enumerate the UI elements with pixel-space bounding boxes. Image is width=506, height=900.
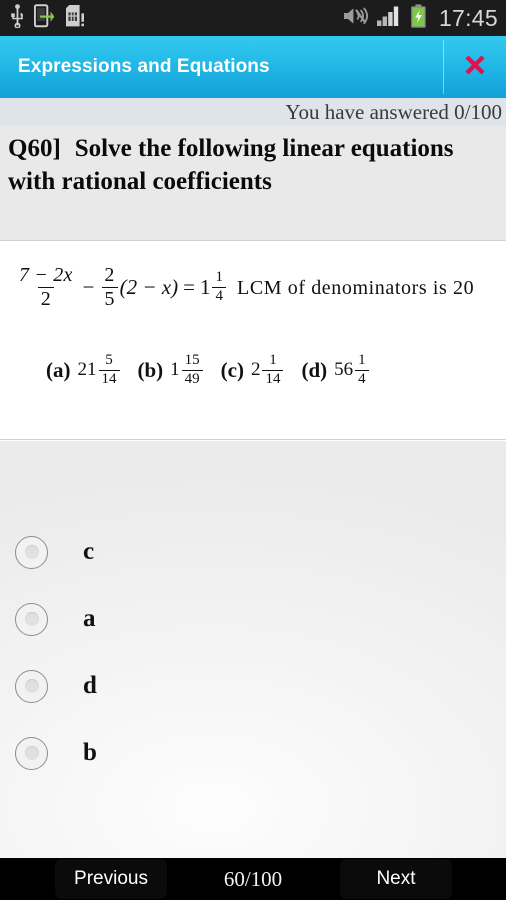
app-title-bar: Expressions and Equations xyxy=(0,36,506,98)
question-number: Q60] xyxy=(8,135,61,162)
choice-a-numerator: 5 xyxy=(105,352,113,368)
choice-a: (a) 21 5 14 xyxy=(46,352,122,388)
choice-b: (b) 1 15 49 xyxy=(137,352,205,388)
close-button[interactable] xyxy=(443,36,506,98)
quiz-screen: 17:45 Expressions and Equations You have… xyxy=(0,0,506,900)
choice-b-numerator: 15 xyxy=(184,352,200,368)
choice-a-whole: 21 xyxy=(77,359,97,381)
equation-fraction-1-numerator: 7 − 2x xyxy=(19,264,73,286)
answered-count-label: You have answered 0/100 xyxy=(285,99,502,124)
choice-c-denominator: 14 xyxy=(262,369,284,388)
question-image-card: 7 − 2x 2 − 2 5 (2 − x) = 1 1 4 LCM of de… xyxy=(0,240,506,440)
choice-d-tag: (d) xyxy=(301,357,328,382)
radio-button-icon[interactable] xyxy=(15,669,48,703)
choice-c-tag: (c) xyxy=(220,357,244,382)
equation-result-denominator: 4 xyxy=(212,287,226,305)
question-text-area: Q60] Solve the following linear equations… xyxy=(0,126,506,240)
choice-b-denominator: 49 xyxy=(181,369,203,388)
choice-b-fraction: 15 49 xyxy=(181,352,203,388)
question-body: Solve the following linear equations wit… xyxy=(8,135,454,195)
usb-file-transfer-icon xyxy=(33,3,56,33)
choice-d: (d) 56 1 4 xyxy=(301,352,370,388)
signal-bars-icon xyxy=(376,5,402,32)
equation-minus-operator: − xyxy=(82,275,95,299)
choice-c-numerator: 1 xyxy=(269,352,277,368)
bottom-navigation-bar: 60/100 Previous Next xyxy=(0,858,506,900)
answer-options-area: c a d b xyxy=(0,441,506,858)
equation-fraction-1: 7 − 2x 2 xyxy=(16,265,76,310)
equation-fraction-1-denominator: 2 xyxy=(37,287,54,310)
equation-expression: 7 − 2x 2 − 2 5 (2 − x) = 1 1 4 xyxy=(14,265,228,310)
close-icon xyxy=(462,52,488,83)
status-bar-right-icons: 17:45 xyxy=(342,3,498,33)
answer-option-3-label: b xyxy=(83,739,97,766)
answer-option-1-label: a xyxy=(83,605,96,632)
choice-d-fraction: 1 4 xyxy=(355,352,369,388)
sim-card-alert-icon xyxy=(65,4,85,33)
radio-button-icon[interactable] xyxy=(15,602,48,636)
usb-icon xyxy=(10,3,25,33)
choice-d-whole: 56 xyxy=(334,359,354,381)
choice-a-denominator: 14 xyxy=(98,369,120,388)
answer-option-1[interactable]: a xyxy=(0,596,506,642)
equation-result-numerator: 1 xyxy=(215,269,223,286)
equation-fraction-2-denominator: 5 xyxy=(101,287,118,310)
choice-a-tag: (a) xyxy=(46,357,71,382)
question-statement: Q60] Solve the following linear equations… xyxy=(8,132,496,198)
radio-button-icon[interactable] xyxy=(15,736,48,770)
answer-option-0-label: c xyxy=(83,538,95,565)
choice-d-denominator: 4 xyxy=(355,369,369,388)
choices-row: (a) 21 5 14 (b) 1 15 49 (c) 2 1 14 (d) 5… xyxy=(46,352,387,388)
equation-fraction-2-numerator: 2 xyxy=(104,264,115,286)
page-title: Expressions and Equations xyxy=(18,56,270,77)
choice-a-fraction: 5 14 xyxy=(98,352,120,388)
choice-d-numerator: 1 xyxy=(358,352,366,368)
answered-progress-bar: You have answered 0/100 xyxy=(0,98,506,126)
equation-equals-sign: = xyxy=(183,275,195,299)
choice-c: (c) 2 1 14 xyxy=(220,352,286,388)
answer-option-2[interactable]: d xyxy=(0,663,506,709)
equation-result-fraction: 1 4 xyxy=(212,269,226,305)
next-button[interactable]: Next xyxy=(340,859,452,899)
sound-muted-icon xyxy=(342,5,368,32)
equation-hint: LCM of denominators is 20 xyxy=(237,277,475,299)
equation-result-whole: 1 xyxy=(199,275,211,299)
choice-c-fraction: 1 14 xyxy=(262,352,284,388)
previous-button[interactable]: Previous xyxy=(55,859,167,899)
status-bar-clock: 17:45 xyxy=(438,4,498,31)
status-bar-left-icons xyxy=(10,3,85,33)
answer-option-3[interactable]: b xyxy=(0,730,506,776)
answer-option-2-label: d xyxy=(83,672,97,699)
choice-b-whole: 1 xyxy=(170,359,180,381)
battery-charging-icon xyxy=(410,3,427,33)
choice-c-whole: 2 xyxy=(250,359,261,381)
equation-parenthetical: (2 − x) xyxy=(119,275,179,299)
equation-fraction-2: 2 5 xyxy=(101,264,118,310)
android-status-bar: 17:45 xyxy=(0,0,506,36)
choice-b-tag: (b) xyxy=(137,357,164,382)
radio-button-icon[interactable] xyxy=(15,535,48,569)
answer-option-0[interactable]: c xyxy=(0,529,506,575)
